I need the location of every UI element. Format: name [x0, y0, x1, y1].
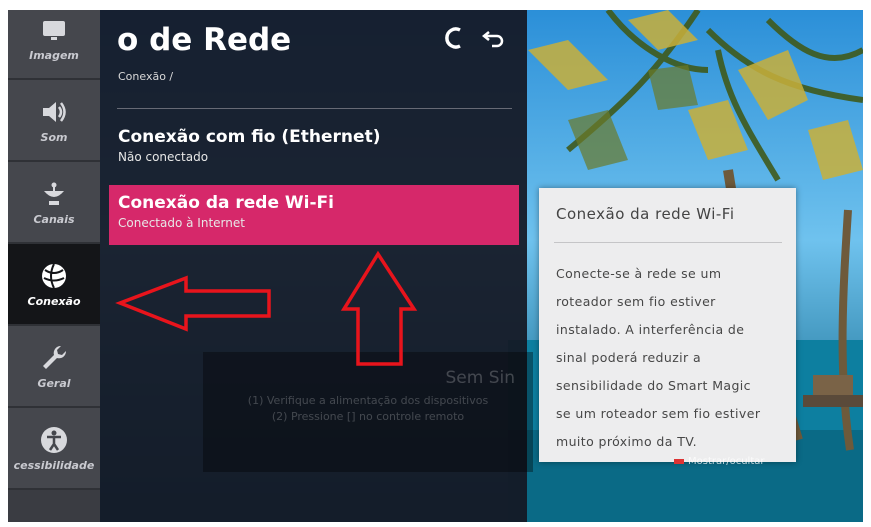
up-arrow-annotation [340, 250, 418, 366]
annotation-arrows [115, 250, 418, 366]
left-arrow-annotation [115, 275, 271, 332]
tv-screen: Imagem Som Canais Conexão Geral cessibil… [8, 10, 863, 522]
